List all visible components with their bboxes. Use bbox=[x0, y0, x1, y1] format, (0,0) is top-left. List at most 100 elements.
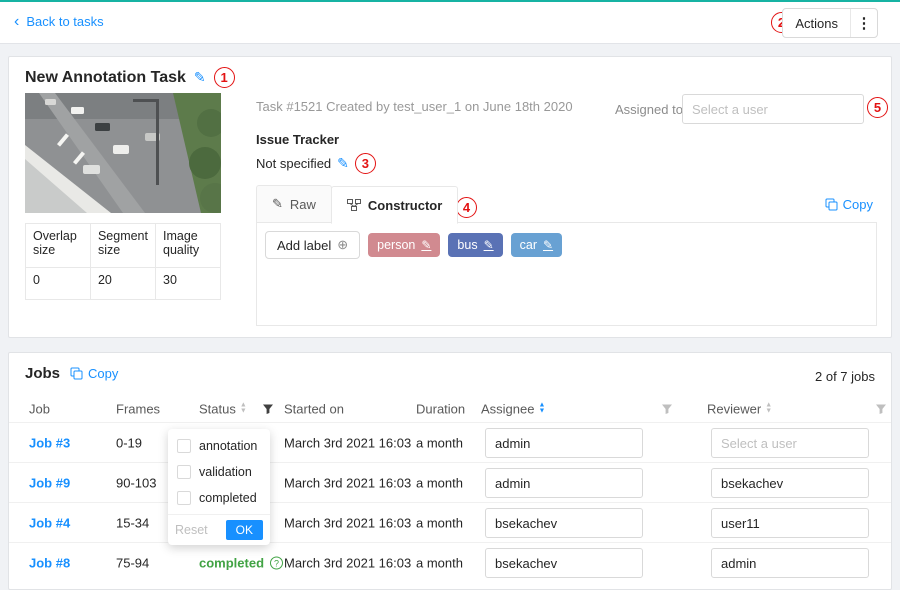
labels-constructor-panel: Add label ⊕ person ✎ bus ✎ car ✎ bbox=[256, 222, 877, 326]
edit-issue-tracker-icon[interactable]: ✎ bbox=[337, 155, 349, 172]
filter-reset-button[interactable]: Reset bbox=[175, 523, 208, 537]
tab-raw-label: Raw bbox=[290, 197, 316, 212]
tab-constructor[interactable]: Constructor bbox=[331, 186, 458, 224]
column-assignee[interactable]: Assignee ▲▼ bbox=[481, 401, 545, 416]
edit-label-icon[interactable]: ✎ bbox=[543, 238, 553, 252]
param-value-overlap: 0 bbox=[26, 268, 91, 300]
plus-circle-icon: ⊕ bbox=[337, 237, 348, 253]
label-chip-person-name: person bbox=[377, 238, 415, 252]
annotation-circle-3: 3 bbox=[355, 153, 376, 174]
constructor-icon bbox=[347, 199, 361, 211]
actions-button[interactable]: Actions ⋮ bbox=[782, 8, 878, 38]
frames-cell: 15-34 bbox=[116, 515, 149, 530]
filter-ok-button[interactable]: OK bbox=[226, 520, 263, 540]
filter-option-label: completed bbox=[199, 491, 257, 505]
param-value-quality: 30 bbox=[156, 268, 221, 300]
copy-icon bbox=[70, 367, 83, 380]
status-filter-dropdown: annotation validation completed Reset OK bbox=[168, 429, 270, 545]
edit-label-icon[interactable]: ✎ bbox=[484, 238, 494, 252]
param-header-segment: Segment size bbox=[90, 224, 155, 268]
started-cell: March 3rd 2021 16:03 bbox=[284, 556, 411, 571]
issue-tracker-value: Not specified bbox=[256, 156, 331, 171]
status-filter-icon[interactable] bbox=[262, 403, 274, 415]
label-chip-car-name: car bbox=[520, 238, 537, 252]
label-chip-bus-name: bus bbox=[457, 238, 477, 252]
top-bar: ‹ Back to tasks 2 Actions ⋮ bbox=[0, 2, 900, 44]
task-title: New Annotation Task bbox=[25, 69, 186, 87]
sort-icon[interactable]: ▲▼ bbox=[765, 403, 772, 415]
top-accent-bar bbox=[0, 0, 900, 2]
preview-road-scene bbox=[25, 93, 221, 213]
back-to-tasks-label: Back to tasks bbox=[26, 14, 103, 29]
tab-raw[interactable]: ✎ Raw bbox=[256, 185, 332, 223]
sort-icon-active[interactable]: ▲▼ bbox=[538, 403, 545, 415]
reviewer-filter-icon[interactable] bbox=[875, 403, 887, 415]
checkbox[interactable] bbox=[177, 439, 191, 453]
annotation-circle-5: 5 bbox=[867, 97, 888, 118]
jobs-table-header: Job Frames Status ▲▼ Started on Duration… bbox=[9, 395, 891, 423]
assignee-filter-icon[interactable] bbox=[661, 403, 673, 415]
job-link[interactable]: Job #3 bbox=[29, 435, 70, 450]
question-circle-icon[interactable]: ? bbox=[270, 557, 283, 570]
started-cell: March 3rd 2021 16:03 bbox=[284, 435, 411, 450]
column-frames: Frames bbox=[116, 401, 160, 416]
frames-cell: 75-94 bbox=[116, 556, 149, 571]
column-status[interactable]: Status ▲▼ bbox=[199, 401, 247, 416]
job-link[interactable]: Job #9 bbox=[29, 475, 70, 490]
label-chip-person[interactable]: person ✎ bbox=[368, 233, 440, 257]
sort-icon[interactable]: ▲▼ bbox=[240, 403, 247, 415]
checkbox[interactable] bbox=[177, 465, 191, 479]
add-label-text: Add label bbox=[277, 238, 331, 253]
frames-cell: 90-103 bbox=[116, 475, 156, 490]
pencil-icon: ✎ bbox=[272, 196, 283, 212]
column-reviewer[interactable]: Reviewer ▲▼ bbox=[707, 401, 772, 416]
duration-cell: a month bbox=[416, 515, 463, 530]
task-parameters-table: Overlap size Segment size Image quality … bbox=[25, 223, 221, 300]
reviewer-input[interactable] bbox=[711, 468, 869, 498]
job-link[interactable]: Job #4 bbox=[29, 515, 70, 530]
started-cell: March 3rd 2021 16:03 bbox=[284, 515, 411, 530]
task-details-card: New Annotation Task ✎ 1 bbox=[8, 56, 892, 338]
edit-label-icon[interactable]: ✎ bbox=[421, 238, 431, 252]
filter-option-completed[interactable]: completed bbox=[168, 485, 270, 511]
assignee-input[interactable] bbox=[485, 428, 643, 458]
reviewer-input[interactable] bbox=[711, 428, 869, 458]
jobs-card: Jobs Copy 2 of 7 jobs Job Frames Status … bbox=[8, 352, 892, 590]
started-cell: March 3rd 2021 16:03 bbox=[284, 475, 411, 490]
reviewer-input[interactable] bbox=[711, 508, 869, 538]
assignee-input[interactable] bbox=[485, 468, 643, 498]
assignee-input[interactable] bbox=[485, 508, 643, 538]
checkbox[interactable] bbox=[177, 491, 191, 505]
column-job: Job bbox=[29, 401, 50, 416]
status-cell: completed ? bbox=[199, 556, 283, 571]
filter-option-label: validation bbox=[199, 465, 252, 479]
filter-option-validation[interactable]: validation bbox=[168, 459, 270, 485]
chevron-left-icon: ‹ bbox=[14, 15, 19, 29]
add-label-button[interactable]: Add label ⊕ bbox=[265, 231, 360, 259]
assignee-input[interactable] bbox=[485, 548, 643, 578]
assigned-to-input[interactable] bbox=[682, 94, 864, 124]
column-started-on: Started on bbox=[284, 401, 344, 416]
table-row: Job #8 75-94 completed ? March 3rd 2021 … bbox=[9, 543, 891, 583]
param-header-overlap: Overlap size bbox=[26, 224, 91, 268]
label-chip-bus[interactable]: bus ✎ bbox=[448, 233, 502, 257]
job-link[interactable]: Job #8 bbox=[29, 556, 70, 571]
filter-option-annotation[interactable]: annotation bbox=[168, 433, 270, 459]
back-to-tasks-link[interactable]: ‹ Back to tasks bbox=[14, 14, 104, 29]
labels-copy-button[interactable]: Copy bbox=[825, 197, 873, 212]
reviewer-input[interactable] bbox=[711, 548, 869, 578]
task-meta: Task #1521 Created by test_user_1 on Jun… bbox=[256, 99, 573, 114]
column-duration: Duration bbox=[416, 401, 465, 416]
annotation-circle-1: 1 bbox=[214, 67, 235, 88]
jobs-title: Jobs bbox=[25, 365, 60, 382]
copy-icon bbox=[825, 198, 838, 211]
duration-cell: a month bbox=[416, 556, 463, 571]
more-icon[interactable]: ⋮ bbox=[851, 14, 877, 32]
param-value-segment: 20 bbox=[90, 268, 155, 300]
edit-title-icon[interactable]: ✎ bbox=[194, 69, 206, 86]
tab-constructor-label: Constructor bbox=[368, 198, 442, 213]
actions-label: Actions bbox=[783, 16, 850, 31]
jobs-copy-button[interactable]: Copy bbox=[70, 366, 118, 381]
table-row: Job #4 15-34 March 3rd 2021 16:03 a mont… bbox=[9, 503, 891, 543]
label-chip-car[interactable]: car ✎ bbox=[511, 233, 562, 257]
